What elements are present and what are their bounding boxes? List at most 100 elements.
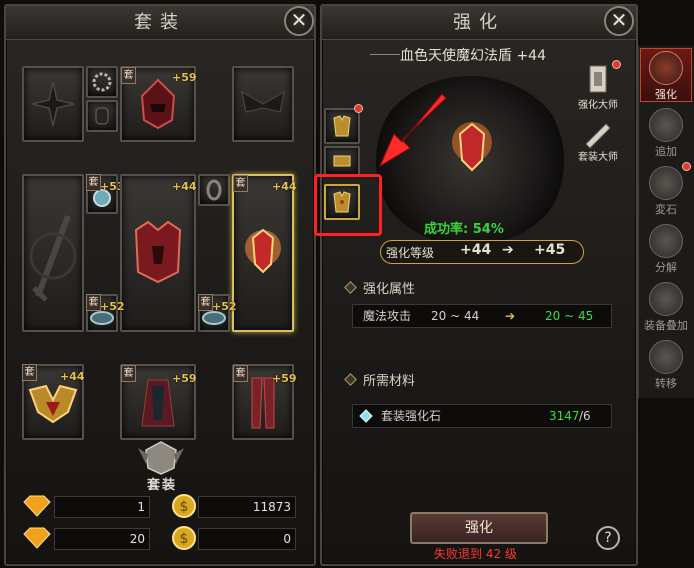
section-diamond-icon xyxy=(344,281,357,294)
material-need: /6 xyxy=(579,409,591,423)
material-section-header: 所需材料 xyxy=(344,370,416,389)
set-tag: 套 xyxy=(198,294,213,311)
refine-level-label: 强化等级 xyxy=(386,246,435,260)
shield-icon xyxy=(245,228,281,274)
set-tag: 套 xyxy=(121,67,136,84)
sidebar-item-label: 分解 xyxy=(655,261,677,274)
beads-icon xyxy=(92,72,112,92)
refine-level-from: +44 xyxy=(460,242,492,258)
slot-ring-right[interactable] xyxy=(198,174,230,206)
set-tag: 套 xyxy=(121,365,136,382)
gold-count: 11873 xyxy=(198,496,296,518)
sidebar-item-append[interactable]: 追加 xyxy=(640,106,692,160)
set-tag: 套 xyxy=(86,294,101,311)
bracelet-left-level: +52 xyxy=(100,300,125,313)
plus-emblem-icon xyxy=(649,108,683,142)
chest-level: +44 xyxy=(172,180,197,193)
armor-icon xyxy=(134,220,182,284)
refine-master-icon[interactable] xyxy=(578,62,618,98)
transfer-icon xyxy=(649,340,683,374)
refine-level-arrow: ➔ xyxy=(502,242,514,258)
armor-type-tab-1[interactable] xyxy=(324,108,360,144)
refine-master-label[interactable]: 强化大师 xyxy=(572,96,624,111)
set-badge-label: 套装 xyxy=(146,478,177,493)
set-tag: 套 xyxy=(22,364,37,381)
decompose-icon xyxy=(649,224,683,258)
bound-diamond-count: 20 xyxy=(54,528,150,550)
material-section-label: 所需材料 xyxy=(363,374,416,389)
tab-alert xyxy=(354,104,363,113)
slot-shield-selected[interactable] xyxy=(232,174,294,332)
set-master-label[interactable]: 套装大师 xyxy=(572,148,624,163)
refine-master-alert xyxy=(612,60,621,69)
sidebar-item-label: 转移 xyxy=(655,377,677,390)
svg-text:$: $ xyxy=(180,499,189,515)
sidebar-item-label: 装备叠加 xyxy=(644,319,688,332)
attr-section-header: 强化属性 xyxy=(344,278,416,297)
helmet-tab-icon xyxy=(333,155,351,167)
slot-weapon[interactable] xyxy=(22,174,84,332)
sidebar-stone-alert xyxy=(682,162,691,171)
diamond-count: 1 xyxy=(54,496,150,518)
material-name: 套装强化石 xyxy=(381,409,442,423)
set-tag: 套 xyxy=(233,365,248,382)
sidebar-item-stack[interactable]: 装备叠加 xyxy=(640,280,692,334)
svg-text:$: $ xyxy=(180,531,189,547)
slot-necklace[interactable] xyxy=(86,66,118,98)
diamond-icon xyxy=(23,527,51,549)
section-diamond-icon xyxy=(344,373,357,386)
shield-level: +44 xyxy=(272,180,297,193)
attr-to: 20 ~ 45 xyxy=(545,309,594,323)
set-master-icon[interactable] xyxy=(580,118,616,150)
refine-panel-title: 强化 xyxy=(322,6,636,40)
slot-bracer-small[interactable] xyxy=(86,100,118,132)
stone-icon xyxy=(649,166,683,200)
refine-panel-close-button[interactable]: ✕ xyxy=(604,6,634,36)
attr-name: 魔法攻击 xyxy=(363,309,412,323)
sidebar-item-stone[interactable]: 変石 xyxy=(640,164,692,218)
slot-armor[interactable] xyxy=(120,174,196,332)
attr-arrow: ➔ xyxy=(505,309,516,323)
sidebar-item-decompose[interactable]: 分解 xyxy=(640,222,692,276)
set-panel-title: 套装 xyxy=(6,6,314,40)
stack-armor-icon xyxy=(649,282,683,316)
slot-wings[interactable] xyxy=(232,66,294,142)
item-name-line xyxy=(370,54,400,55)
refine-button[interactable]: 强化 xyxy=(410,512,548,544)
refine-level-to: +45 xyxy=(534,242,566,258)
tab-highlight-box xyxy=(314,174,382,236)
sidebar-item-label: 追加 xyxy=(655,145,677,158)
leggings-level: +59 xyxy=(272,372,297,385)
success-rate: 成功率: 54% xyxy=(424,222,504,237)
selected-shield-icon xyxy=(452,122,492,172)
helmet-level: +59 xyxy=(172,71,197,84)
material-row: 套装强化石 3147 /6 xyxy=(352,404,612,428)
wings-icon xyxy=(241,91,285,113)
ring-icon xyxy=(206,179,222,201)
help-button[interactable]: ? xyxy=(596,526,620,550)
attr-row: 魔法攻击 20 ~ 44 ➔ 20 ~ 45 xyxy=(352,304,612,328)
sidebar-item-refine[interactable]: 强化 xyxy=(640,48,692,102)
set-tag: 套 xyxy=(233,175,248,192)
diamond-icon xyxy=(23,495,51,517)
armor-level: +59 xyxy=(172,372,197,385)
crystal-icon xyxy=(359,409,373,423)
armor-type-tab-2[interactable] xyxy=(324,146,360,176)
attr-section-label: 强化属性 xyxy=(363,282,416,297)
material-have: 3147 xyxy=(549,409,580,423)
item-name: 血色天使魔幻法盾 +44 xyxy=(400,48,546,64)
bracer-icon xyxy=(95,107,109,125)
coin-icon: $ xyxy=(172,526,196,550)
sidebar-item-transfer[interactable]: 转移 xyxy=(640,338,692,392)
sword-icon xyxy=(29,214,77,302)
set-panel-close-button[interactable]: ✕ xyxy=(284,6,314,36)
set-badge-icon xyxy=(138,441,184,475)
pointer-arrow-icon xyxy=(378,93,447,168)
fail-note: 失败退到 42 级 xyxy=(434,547,517,561)
bound-gold-count: 0 xyxy=(198,528,296,550)
hammer-icon xyxy=(649,51,683,85)
set-tag: 套 xyxy=(86,174,101,191)
slot-accessory-shuriken[interactable] xyxy=(22,66,84,142)
sidebar-item-label: 强化 xyxy=(655,88,677,101)
attr-from: 20 ~ 44 xyxy=(431,309,480,323)
